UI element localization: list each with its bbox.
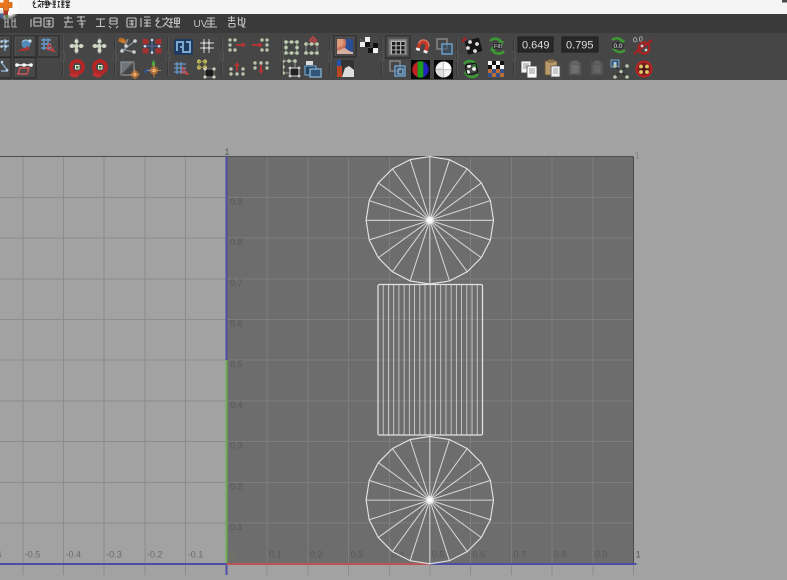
svg-text:0.7: 0.7: [513, 550, 526, 560]
svg-text:0.2: 0.2: [230, 481, 243, 491]
svg-text:-0.6: -0.6: [0, 550, 2, 560]
svg-text:-0.3: -0.3: [106, 550, 122, 560]
svg-text:1: 1: [635, 151, 640, 161]
svg-text:0.2: 0.2: [310, 550, 323, 560]
svg-text:0.9: 0.9: [595, 550, 608, 560]
svg-text:0.9: 0.9: [230, 196, 243, 206]
svg-text:-0.2: -0.2: [147, 550, 163, 560]
svg-text:0.8: 0.8: [230, 237, 243, 247]
svg-text:0.5: 0.5: [432, 550, 445, 560]
svg-text:0.7: 0.7: [230, 278, 243, 288]
svg-text:0.649: 0.649: [522, 40, 550, 52]
svg-text:0.6: 0.6: [473, 550, 486, 560]
svg-text:0: 0: [230, 550, 235, 559]
svg-text:0.5: 0.5: [230, 359, 243, 369]
svg-text:-0.5: -0.5: [25, 550, 41, 560]
svg-text:1: 1: [225, 147, 230, 157]
svg-text:0.1: 0.1: [269, 550, 282, 560]
svg-text:0.0: 0.0: [614, 43, 623, 50]
svg-text:-0.1: -0.1: [188, 550, 204, 560]
svg-text:-0.4: -0.4: [66, 550, 82, 560]
svg-text:0.1: 0.1: [230, 522, 243, 532]
svg-text:0.3: 0.3: [230, 441, 243, 451]
svg-text:0.3: 0.3: [351, 550, 364, 560]
svg-text:0.6: 0.6: [230, 319, 243, 329]
svg-text:0.4: 0.4: [230, 400, 243, 410]
svg-text:0.795: 0.795: [566, 40, 594, 52]
svg-text:FIII: FIII: [494, 44, 502, 50]
svg-text:0.8: 0.8: [554, 550, 567, 560]
svg-text:UV: UV: [194, 19, 208, 30]
svg-text:1: 1: [636, 550, 641, 560]
